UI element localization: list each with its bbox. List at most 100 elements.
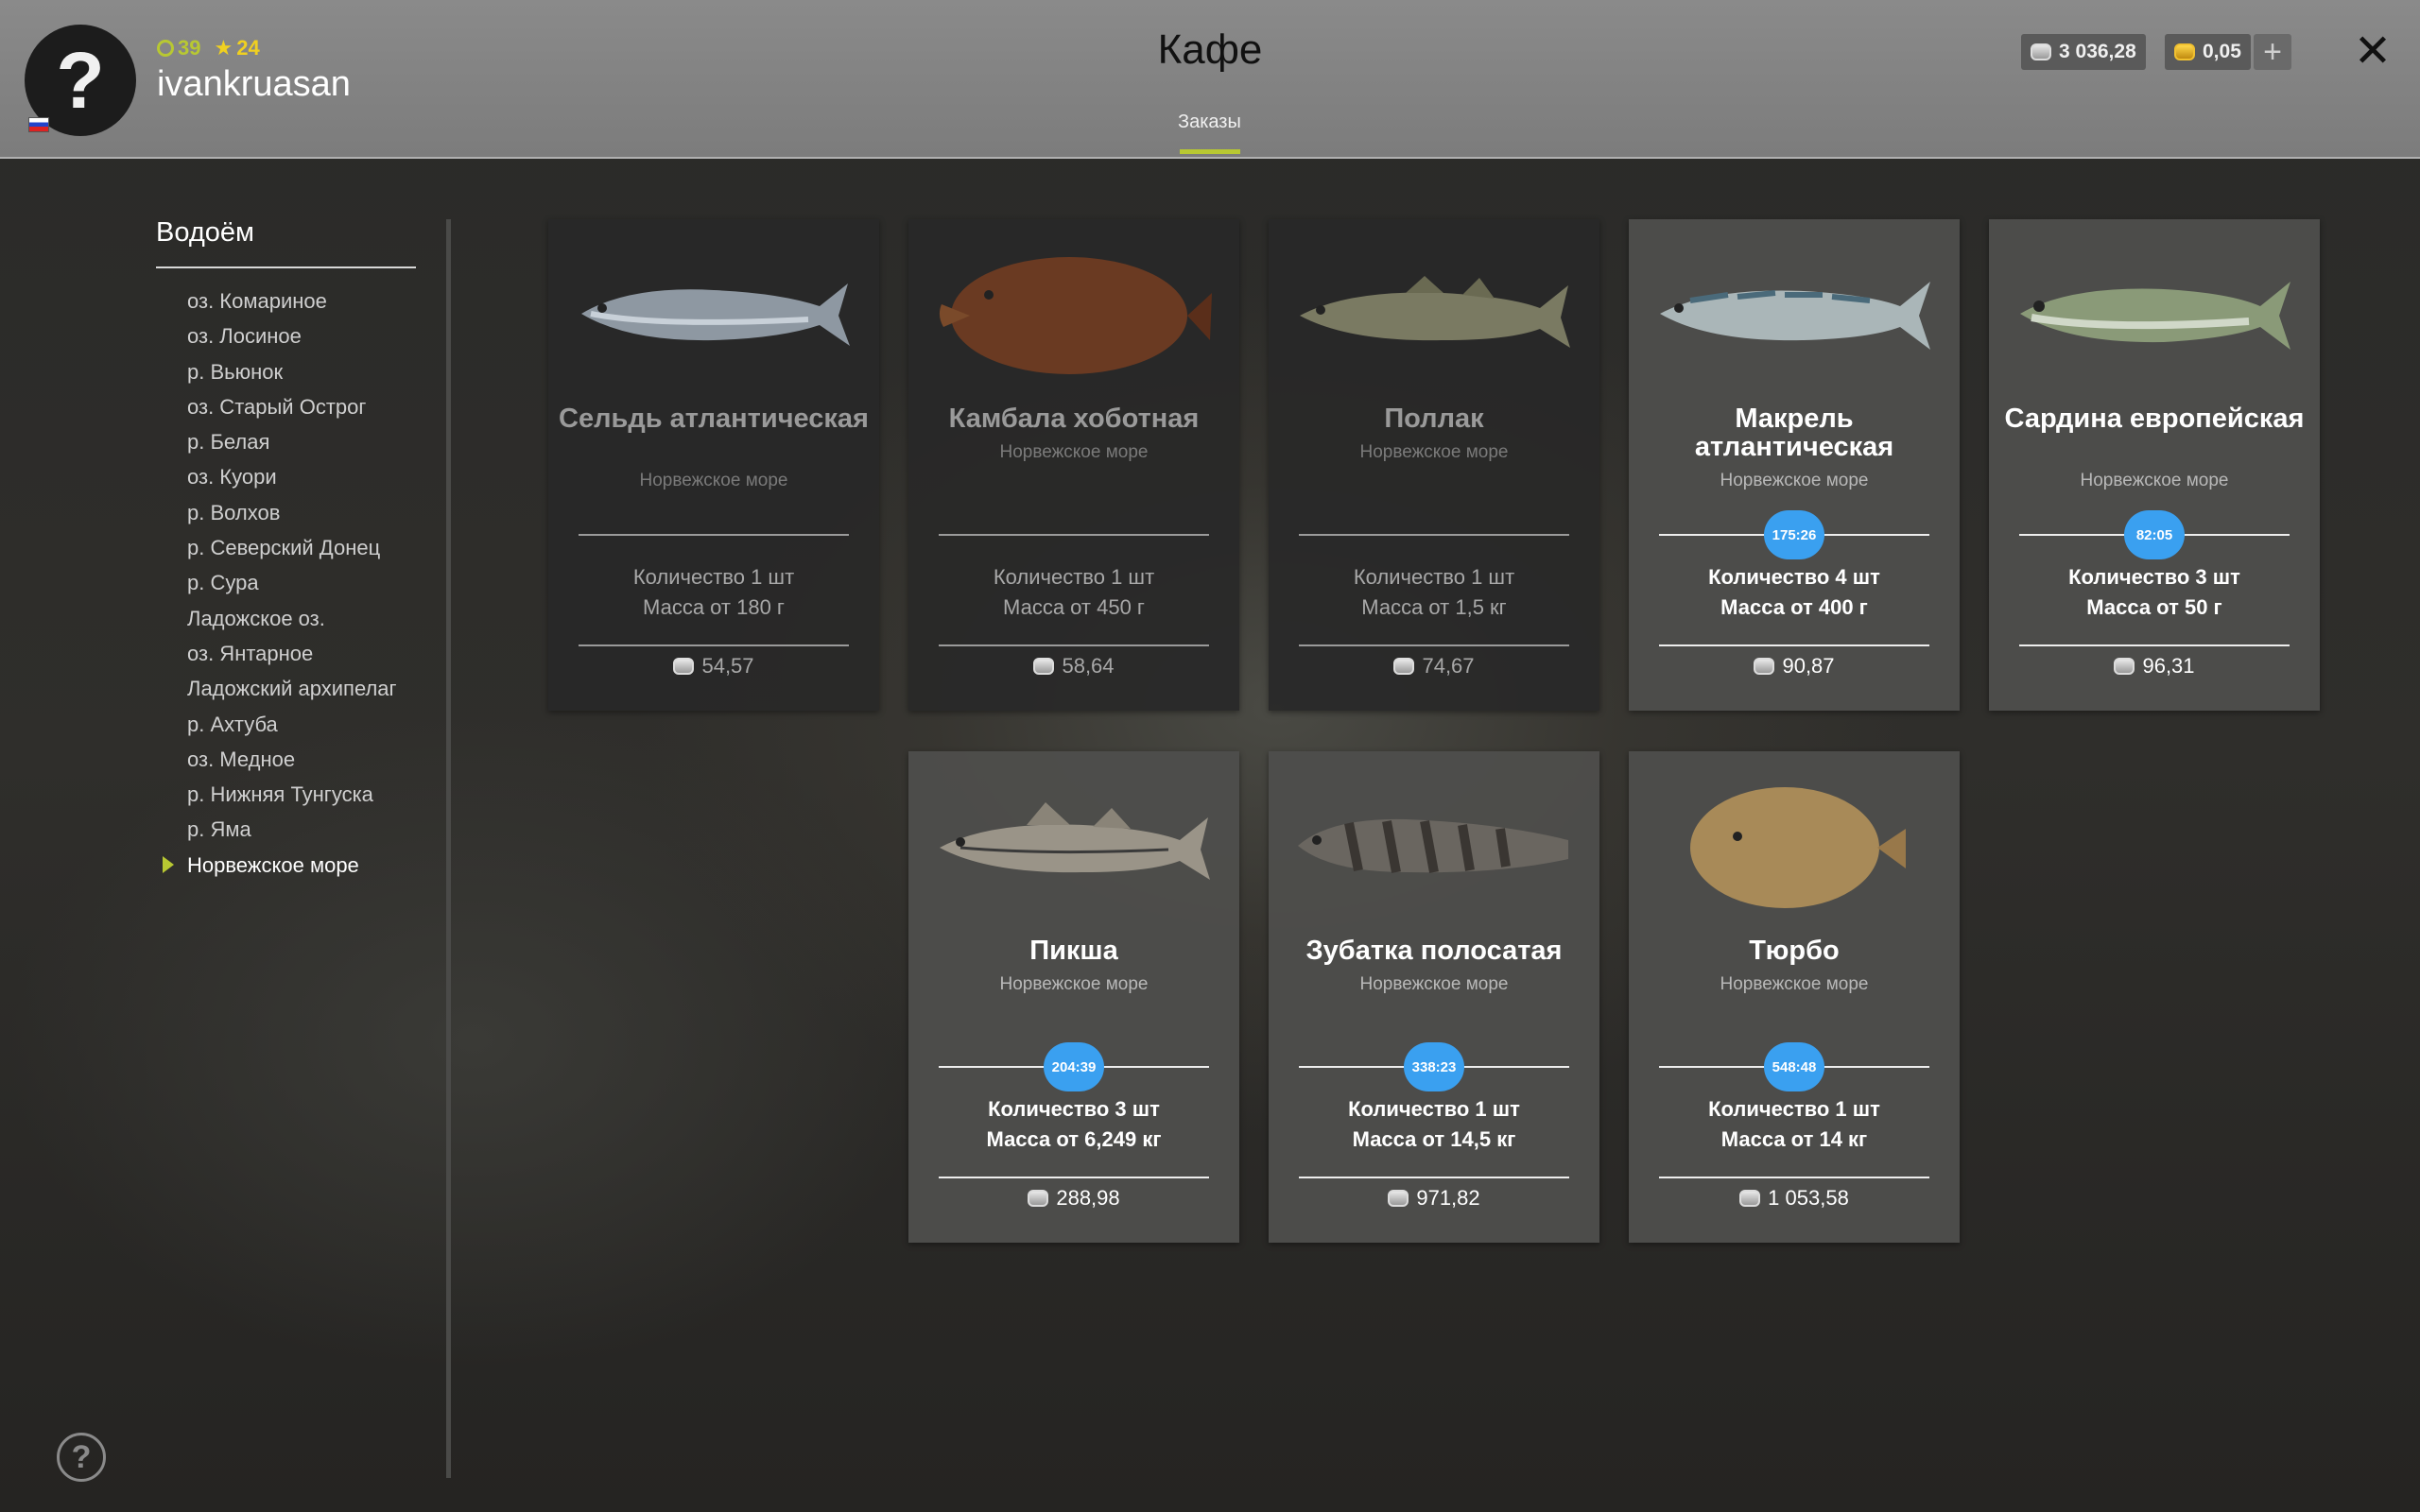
- order-card[interactable]: Макрель атлантическая Норвежское море 175:…: [1629, 219, 1960, 711]
- gold-coin-icon: [2174, 43, 2195, 60]
- silver-coin-icon: [1028, 1190, 1049, 1207]
- tab-orders[interactable]: Заказы: [1178, 112, 1241, 133]
- fish-name: Сардина европейская: [2004, 404, 2305, 434]
- card-divider: [1299, 534, 1569, 536]
- order-card[interactable]: Сельдь атлантическая Норвежское море Колич…: [548, 219, 879, 711]
- sidebar-item[interactable]: Ладожский архипелаг: [187, 671, 397, 706]
- order-price: 971,82: [1278, 1186, 1590, 1211]
- fish-name: Тюрбо: [1749, 936, 1840, 966]
- card-divider: [1659, 1177, 1929, 1178]
- gold-balance: 0,05: [2165, 34, 2251, 70]
- sidebar-scrollbar[interactable]: [446, 219, 451, 1478]
- order-price: 54,57: [558, 654, 870, 679]
- silver-coin-icon: [1754, 658, 1775, 675]
- order-mass: Масса от 400 г: [1720, 595, 1868, 619]
- order-card[interactable]: Поллак Норвежское море Количество 1 шт Масс…: [1269, 219, 1599, 711]
- help-button[interactable]: ?: [57, 1433, 106, 1482]
- order-card[interactable]: Камбала хоботная Норвежское море Количеств…: [908, 219, 1239, 711]
- price-value: 96,31: [2142, 654, 2195, 678]
- sidebar-item[interactable]: р. Волхов: [187, 495, 397, 530]
- order-mass: Масса от 50 г: [2086, 595, 2222, 619]
- order-quantity: Количество 4 шт: [1708, 565, 1880, 589]
- price-value: 90,87: [1782, 654, 1835, 678]
- order-mass: Масса от 1,5 кг: [1361, 595, 1507, 619]
- card-divider: [939, 1177, 1209, 1178]
- order-mass: Масса от 6,249 кг: [986, 1127, 1162, 1151]
- add-gold-button[interactable]: +: [2254, 34, 2291, 70]
- sidebar-divider: [156, 266, 416, 268]
- price-value: 74,67: [1422, 654, 1475, 678]
- sidebar-item[interactable]: оз. Куори: [187, 459, 397, 494]
- sidebar-item[interactable]: оз. Старый Острог: [187, 389, 397, 424]
- order-quantity: Количество 3 шт: [2068, 565, 2240, 589]
- order-mass: Масса от 180 г: [643, 595, 785, 619]
- order-card[interactable]: Сардина европейская Норвежское море 82:05 К…: [1989, 219, 2320, 711]
- order-timer: 204:39: [1044, 1042, 1104, 1091]
- sidebar-item[interactable]: р. Северский Донец: [187, 530, 397, 565]
- wolffish-icon: [1292, 780, 1576, 912]
- order-card[interactable]: Зубатка полосатая Норвежское море 338:23 Ко…: [1269, 751, 1599, 1243]
- fish-location: Норвежское море: [999, 974, 1149, 994]
- flounder-icon: [932, 248, 1216, 380]
- sidebar-item[interactable]: р. Яма: [187, 812, 397, 847]
- fish-name: Макрель атлантическая: [1694, 404, 1894, 462]
- order-price: 90,87: [1638, 654, 1950, 679]
- order-quantity: Количество 1 шт: [1348, 1097, 1520, 1121]
- order-price: 288,98: [918, 1186, 1230, 1211]
- card-divider: [2019, 644, 2290, 646]
- haddock-icon: [932, 780, 1216, 912]
- order-timer: 82:05: [2124, 510, 2185, 559]
- card-divider: [939, 534, 1209, 536]
- sidebar-item[interactable]: р. Сура: [187, 565, 397, 600]
- order-mass: Масса от 14,5 кг: [1352, 1127, 1516, 1151]
- silver-coin-icon: [1033, 658, 1055, 675]
- sidebar-item[interactable]: Норвежское море: [163, 848, 397, 883]
- sidebar-item[interactable]: р. Белая: [187, 424, 397, 459]
- order-card[interactable]: Тюрбо Норвежское море 548:48 Количество 1 ш…: [1629, 751, 1960, 1243]
- fish-location: Норвежское море: [1720, 471, 1869, 490]
- price-value: 58,64: [1062, 654, 1115, 678]
- gold-value: 0,05: [2203, 41, 2241, 62]
- order-timer: 548:48: [1764, 1042, 1824, 1091]
- order-price: 96,31: [1998, 654, 2310, 679]
- card-divider: [1659, 644, 1929, 646]
- sidebar-item[interactable]: оз. Янтарное: [187, 636, 397, 671]
- order-price: 58,64: [918, 654, 1230, 679]
- silver-coin-icon: [2031, 43, 2051, 60]
- order-quantity: Количество 1 шт: [1353, 565, 1515, 589]
- price-value: 288,98: [1056, 1186, 1120, 1210]
- mackerel-icon: [1652, 248, 1936, 380]
- silver-coin-icon: [1393, 658, 1415, 675]
- fish-name: Камбала хоботная: [948, 404, 1200, 434]
- sidebar-item[interactable]: р. Вьюнок: [187, 354, 397, 389]
- fish-name: Поллак: [1384, 404, 1484, 434]
- sidebar-item[interactable]: оз. Лосиное: [187, 318, 397, 353]
- price-value: 54,57: [701, 654, 754, 678]
- close-button[interactable]: ✕: [2348, 26, 2397, 77]
- order-mass: Масса от 450 г: [1003, 595, 1145, 619]
- sidebar-title: Водоём: [156, 217, 254, 248]
- card-divider: [579, 644, 849, 646]
- herring-icon: [572, 248, 856, 380]
- fish-name: Зубатка полосатая: [1305, 936, 1563, 966]
- silver-coin-icon: [2114, 658, 2135, 675]
- card-divider: [1299, 644, 1569, 646]
- sidebar-item[interactable]: оз. Медное: [187, 742, 397, 777]
- waterbody-list: оз. Комариное оз. Лосиное р. Вьюнок оз. Ста…: [163, 284, 397, 883]
- silver-balance: 3 036,28: [2021, 34, 2146, 70]
- order-mass: Масса от 14 кг: [1720, 1127, 1868, 1151]
- order-price: 1 053,58: [1638, 1186, 1950, 1211]
- sidebar-item[interactable]: р. Нижняя Тунгуска: [187, 777, 397, 812]
- card-divider: [1299, 1177, 1569, 1178]
- turbot-icon: [1652, 780, 1936, 912]
- sardine-icon: [2013, 248, 2296, 380]
- fish-location: Норвежское море: [639, 471, 788, 490]
- order-card[interactable]: Пикша Норвежское море 204:39 Количество 3 ш…: [908, 751, 1239, 1243]
- top-bar: ? 39 ★ 24 ivankruasan Кафе Заказы 3 036,…: [0, 0, 2420, 159]
- sidebar-item[interactable]: р. Ахтуба: [187, 707, 397, 742]
- fish-location: Норвежское море: [1359, 974, 1509, 994]
- pollack-icon: [1292, 248, 1576, 380]
- sidebar-item[interactable]: Ладожское оз.: [187, 601, 397, 636]
- fish-location: Норвежское море: [1720, 974, 1869, 994]
- sidebar-item[interactable]: оз. Комариное: [187, 284, 397, 318]
